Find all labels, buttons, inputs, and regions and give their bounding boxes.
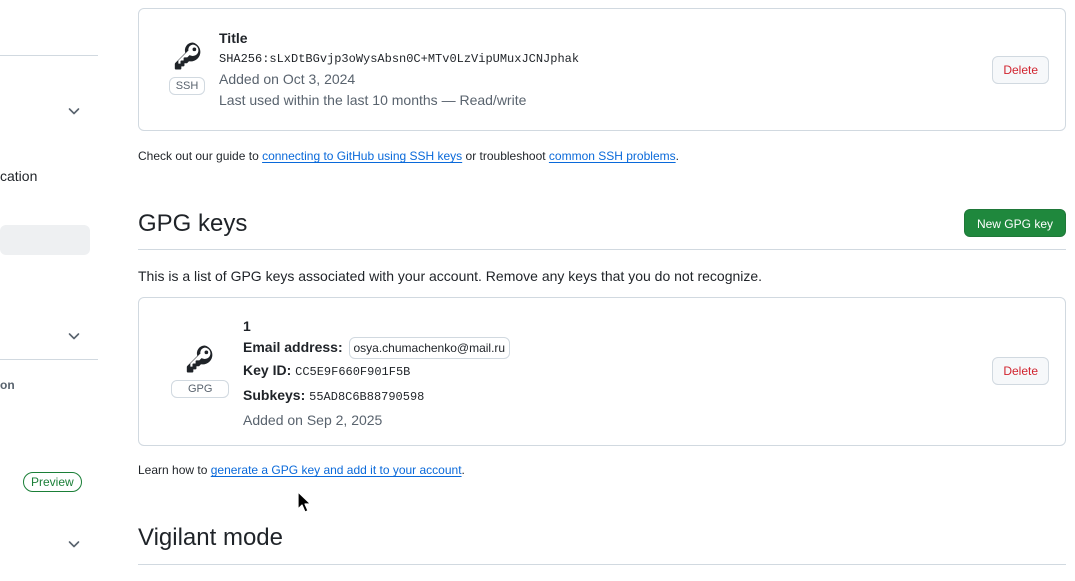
key-icon: [171, 342, 227, 376]
key-icon: [159, 39, 215, 73]
ssh-key-item: SSH Title SHA256:sLxDtBGvjp3oWysAbsn0C+M…: [138, 8, 1066, 131]
gpg-email-value: osya.chumachenko@mail.ru: [348, 337, 511, 359]
gpg-description: This is a list of GPG keys associated wi…: [138, 268, 763, 284]
sidebar-item-ssh-gpg-keys-active[interactable]: [0, 225, 90, 255]
connecting-ssh-link[interactable]: connecting to GitHub using SSH keys: [262, 149, 462, 163]
keyid-label: Key ID:: [243, 362, 292, 378]
subkeys-label: Subkeys:: [243, 387, 306, 403]
ssh-key-fingerprint: SHA256:sLxDtBGvjp3oWysAbsn0C+MTv0LzVipUM…: [219, 52, 580, 66]
mouse-cursor-icon: [297, 491, 312, 516]
ssh-help-prefix: Check out our guide to: [138, 149, 263, 163]
ssh-key-badge: SSH: [159, 39, 215, 95]
gpg-help-text: Learn how to generate a GPG key and add …: [138, 463, 465, 477]
gpg-help-suffix: .: [461, 463, 465, 477]
sidebar-section-heading: on: [0, 378, 15, 392]
gpg-key-added-date: Added on Sep 2, 2025: [243, 412, 383, 428]
settings-sidebar: cation on Preview: [0, 0, 100, 581]
ssh-key-added-date: Added on Oct 3, 2024: [219, 71, 356, 87]
vigilant-mode-heading: Vigilant mode: [138, 524, 283, 551]
gpg-help-prefix: Learn how to: [138, 463, 211, 477]
sidebar-item-code-security-label[interactable]: cation: [0, 168, 37, 184]
key-type-label: SSH: [168, 77, 206, 95]
chevron-down-icon[interactable]: [66, 328, 82, 344]
gpg-email-row: Email address: osya.chumachenko@mail.ru: [243, 336, 511, 359]
key-type-label: GPG: [171, 380, 230, 398]
ssh-help-suffix: .: [675, 149, 679, 163]
ssh-help-middle: or troubleshoot: [462, 149, 549, 163]
ssh-key-title: Title: [219, 30, 248, 46]
chevron-down-icon[interactable]: [66, 103, 82, 119]
ssh-key-last-used: Last used within the last 10 months — Re…: [219, 92, 527, 108]
vigilant-mode-section-header: Vigilant mode: [138, 522, 1066, 565]
gpg-subkeys-value: 55AD8C6B88790598: [309, 390, 425, 404]
gpg-keys-heading: GPG keys: [138, 210, 248, 237]
chevron-down-icon[interactable]: [66, 536, 82, 552]
gpg-keyid-row: Key ID: CC5E9F660F901F5B: [243, 359, 510, 384]
sidebar-divider: [0, 359, 98, 360]
gpg-section-header: GPG keys New GPG key: [138, 208, 1066, 250]
delete-ssh-key-button[interactable]: Delete: [992, 56, 1049, 84]
email-label: Email address:: [243, 339, 343, 355]
gpg-keyid-value: CC5E9F660F901F5B: [295, 365, 411, 379]
generate-gpg-key-link[interactable]: generate a GPG key and add it to your ac…: [211, 463, 462, 477]
new-gpg-key-button[interactable]: New GPG key: [963, 209, 1066, 237]
delete-gpg-key-button[interactable]: Delete: [992, 357, 1049, 385]
gpg-key-item: GPG 1 Email address: osya.chumachenko@ma…: [138, 297, 1066, 446]
gpg-subkeys-row: Subkeys: 55AD8C6B88790598: [243, 384, 510, 409]
common-ssh-problems-link[interactable]: common SSH problems: [549, 149, 676, 163]
sidebar-divider: [0, 55, 98, 56]
gpg-key-badge: GPG: [171, 342, 230, 398]
ssh-help-text: Check out our guide to connecting to Git…: [138, 149, 679, 163]
preview-badge: Preview: [23, 472, 82, 492]
gpg-key-title: 1: [243, 318, 251, 334]
